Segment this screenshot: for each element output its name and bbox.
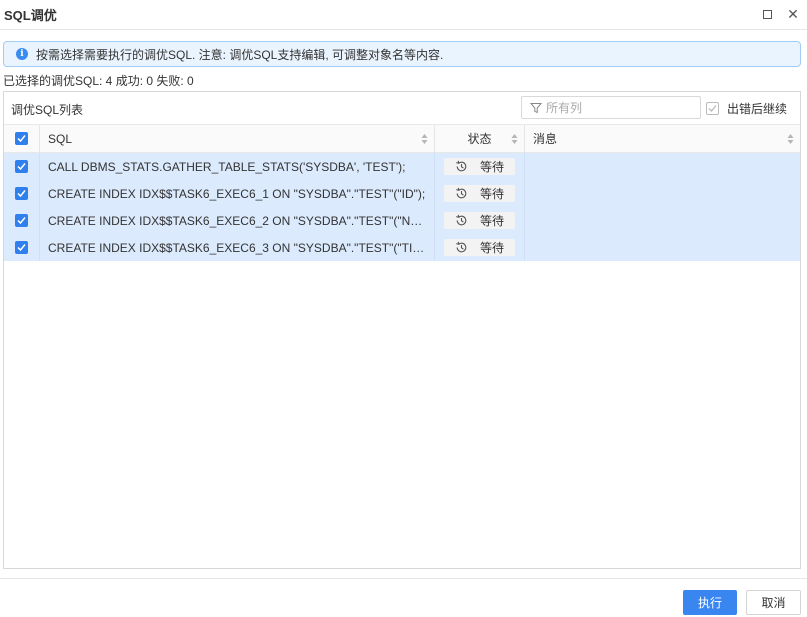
selection-summary: 已选择的调优SQL: 4 成功: 0 失败: 0 <box>3 74 194 88</box>
sql-text[interactable]: CREATE INDEX IDX$$TASK6_EXEC6_3 ON "SYSD… <box>48 241 428 255</box>
status-cell: 等待 <box>435 180 525 207</box>
column-header-message[interactable]: 消息 <box>525 125 800 152</box>
check-icon <box>17 244 26 252</box>
table-row[interactable]: CREATE INDEX IDX$$TASK6_EXEC6_3 ON "SYSD… <box>4 234 800 261</box>
execute-button[interactable]: 执行 <box>683 590 737 615</box>
dialog-titlebar: SQL调优 ✕ <box>0 0 807 30</box>
column-header-status[interactable]: 状态 <box>435 125 525 152</box>
close-button[interactable]: ✕ <box>785 6 801 22</box>
sort-icon[interactable] <box>787 133 794 145</box>
message-cell <box>525 180 800 207</box>
row-select-cell <box>4 180 40 207</box>
row-checkbox[interactable] <box>15 241 28 254</box>
sql-cell[interactable]: CREATE INDEX IDX$$TASK6_EXEC6_2 ON "SYSD… <box>40 207 435 234</box>
message-cell <box>525 207 800 234</box>
check-icon <box>17 217 26 225</box>
status-text: 等待 <box>479 214 504 228</box>
column-header-message-label: 消息 <box>533 132 558 146</box>
check-icon <box>17 190 26 198</box>
sql-cell[interactable]: CREATE INDEX IDX$$TASK6_EXEC6_3 ON "SYSD… <box>40 234 435 261</box>
dialog-footer: 执行 取消 <box>0 578 807 617</box>
column-header-status-label: 状态 <box>467 132 492 146</box>
table-row[interactable]: CREATE INDEX IDX$$TASK6_EXEC6_1 ON "SYSD… <box>4 180 800 207</box>
maximize-button[interactable] <box>759 6 775 22</box>
status-text: 等待 <box>479 160 504 174</box>
close-icon: ✕ <box>787 5 799 22</box>
row-select-cell <box>4 207 40 234</box>
history-icon <box>456 160 467 172</box>
column-header-sql-label: SQL <box>48 131 73 146</box>
info-text: 按需选择需要执行的调优SQL. 注意: 调优SQL支持编辑, 可调整对象名等内容… <box>36 47 444 62</box>
status-cell: 等待 <box>435 207 525 234</box>
continue-on-error[interactable]: 出错后继续 <box>706 100 787 117</box>
sql-text[interactable]: CALL DBMS_STATS.GATHER_TABLE_STATS('SYSD… <box>48 160 428 174</box>
status-badge: 等待 <box>444 239 515 256</box>
continue-on-error-checkbox[interactable] <box>706 102 719 115</box>
history-icon <box>456 241 467 253</box>
header-select-all[interactable] <box>4 125 40 152</box>
sql-table: SQL 状态 消息 CALL DBMS_STATS.GATHER_TABLE_S… <box>4 124 800 261</box>
message-cell <box>525 234 800 261</box>
row-checkbox[interactable] <box>15 214 28 227</box>
sort-icon[interactable] <box>421 133 428 145</box>
history-icon <box>456 187 467 199</box>
table-row[interactable]: CREATE INDEX IDX$$TASK6_EXEC6_2 ON "SYSD… <box>4 207 800 234</box>
sort-icon[interactable] <box>511 133 518 145</box>
select-all-checkbox[interactable] <box>15 132 28 145</box>
cancel-button[interactable]: 取消 <box>746 590 801 615</box>
history-icon <box>456 214 467 226</box>
status-text: 等待 <box>479 241 504 255</box>
dialog-title: SQL调优 <box>4 8 57 23</box>
info-icon: i <box>16 48 28 60</box>
status-cell: 等待 <box>435 234 525 261</box>
filter-input[interactable] <box>546 100 686 115</box>
sql-text[interactable]: CREATE INDEX IDX$$TASK6_EXEC6_2 ON "SYSD… <box>48 214 428 228</box>
sql-text[interactable]: CREATE INDEX IDX$$TASK6_EXEC6_1 ON "SYSD… <box>48 187 428 201</box>
row-select-cell <box>4 234 40 261</box>
sql-list-panel: 调优SQL列表 出错后继续 <box>3 91 801 569</box>
table-header: SQL 状态 消息 <box>4 124 800 153</box>
sql-cell[interactable]: CREATE INDEX IDX$$TASK6_EXEC6_1 ON "SYSD… <box>40 180 435 207</box>
panel-header: 调优SQL列表 出错后继续 <box>4 92 800 124</box>
message-cell <box>525 153 800 180</box>
status-badge: 等待 <box>444 158 515 175</box>
column-header-sql[interactable]: SQL <box>40 125 435 152</box>
column-filter[interactable] <box>521 96 701 119</box>
check-icon <box>708 105 717 112</box>
check-icon <box>17 163 26 171</box>
continue-on-error-label: 出错后继续 <box>727 102 788 116</box>
status-badge: 等待 <box>444 212 515 229</box>
sql-cell[interactable]: CALL DBMS_STATS.GATHER_TABLE_STATS('SYSD… <box>40 153 435 180</box>
info-banner: i 按需选择需要执行的调优SQL. 注意: 调优SQL支持编辑, 可调整对象名等… <box>3 41 801 67</box>
filter-icon <box>530 102 542 113</box>
panel-title: 调优SQL列表 <box>11 103 84 117</box>
row-checkbox[interactable] <box>15 160 28 173</box>
status-text: 等待 <box>479 187 504 201</box>
maximize-icon <box>762 9 772 19</box>
check-icon <box>17 135 26 143</box>
status-badge: 等待 <box>444 185 515 202</box>
row-select-cell <box>4 153 40 180</box>
status-cell: 等待 <box>435 153 525 180</box>
table-row[interactable]: CALL DBMS_STATS.GATHER_TABLE_STATS('SYSD… <box>4 153 800 180</box>
row-checkbox[interactable] <box>15 187 28 200</box>
